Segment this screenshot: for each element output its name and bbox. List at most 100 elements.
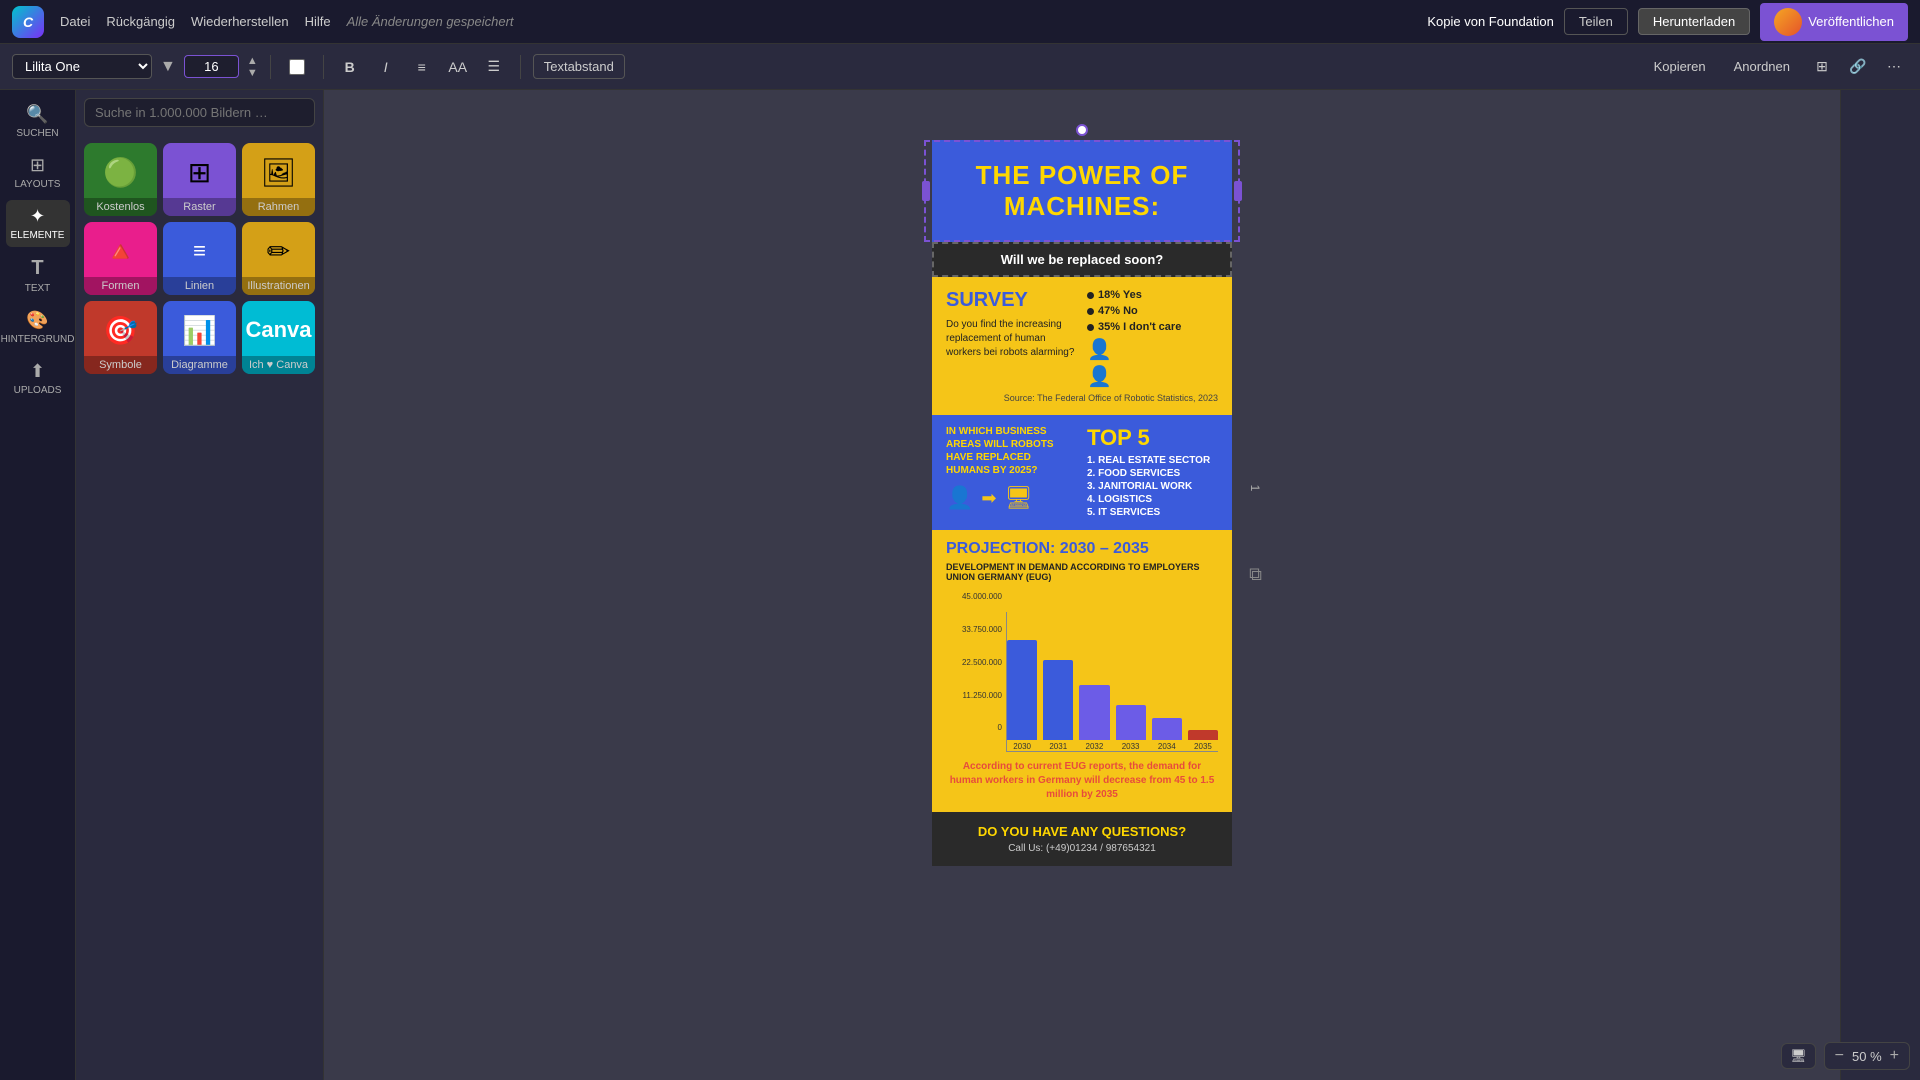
bar-2034-rect: [1152, 718, 1182, 740]
survey-dot-1: [1087, 292, 1094, 299]
search-input[interactable]: [84, 98, 315, 127]
font-size-input[interactable]: [184, 55, 239, 78]
panel-item-raster[interactable]: ⊞ Raster: [163, 143, 236, 216]
y-label-5: 0: [946, 723, 1002, 732]
subtitle-section: Will we be replaced soon?: [932, 242, 1232, 277]
zoom-out-button[interactable]: −: [1835, 1047, 1844, 1065]
bar-2034-label: 2034: [1158, 742, 1176, 751]
rahmen-label: Rahmen: [242, 198, 315, 216]
font-selector[interactable]: Lilita One: [12, 54, 152, 79]
more-icon-btn[interactable]: ⋯: [1880, 53, 1908, 81]
panel-item-rahmen[interactable]: 🖼 Rahmen: [242, 143, 315, 216]
sidebar-item-text[interactable]: T TEXT: [6, 251, 70, 300]
panel-item-formen[interactable]: 🔺 Formen: [84, 222, 157, 295]
top5-icons: 👤 ➡ 🖥: [946, 485, 1077, 511]
sidebar-label-layouts: LAYOUTS: [15, 179, 61, 190]
ich-liebe-canva-icon: Canva: [242, 305, 315, 356]
panel-item-illustrationen[interactable]: ✏ Illustrationen: [242, 222, 315, 295]
toolbar-right-actions: Kopieren Anordnen ⊞ 🔗 ⋯: [1644, 53, 1908, 81]
proj-highlight1: 45: [1174, 775, 1185, 786]
rotate-handle[interactable]: [1076, 124, 1088, 136]
canva-logo[interactable]: C: [12, 6, 44, 38]
bar-2031-label: 2031: [1049, 742, 1067, 751]
text-size-button[interactable]: AA: [444, 53, 472, 81]
panel-item-kostenlos[interactable]: 🟢 Kostenlos: [84, 143, 157, 216]
person-icon-red: 👤: [1087, 337, 1218, 362]
list-button[interactable]: ☰: [480, 53, 508, 81]
symbole-label: Symbole: [84, 356, 157, 374]
canva-logo-area[interactable]: C: [12, 6, 44, 38]
zoom-in-button[interactable]: +: [1890, 1047, 1899, 1065]
canvas-area[interactable]: THE POWER OF MACHINES: Will we be replac…: [324, 90, 1840, 1080]
zoom-level: 50 %: [1852, 1049, 1882, 1064]
herunterladen-button[interactable]: Herunterladen: [1638, 8, 1750, 35]
page-number-indicator: 1: [1248, 485, 1262, 492]
grid-icon-btn[interactable]: ⊞: [1808, 53, 1836, 81]
hintergrund-icon: 🎨: [26, 310, 48, 331]
person-top5-icon: 👤: [946, 485, 973, 511]
panel-item-symbole[interactable]: 🎯 Symbole: [84, 301, 157, 374]
sidebar-label-suchen: SUCHEN: [16, 128, 58, 139]
sidebar-label-elemente: ELEMENTE: [11, 230, 65, 241]
bar-2034: 2034: [1152, 718, 1182, 751]
projection-subtitle: DEVELOPMENT IN DEMAND ACCORDING TO EMPLO…: [946, 562, 1218, 582]
anordnen-button[interactable]: Anordnen: [1724, 55, 1800, 78]
duplicate-icon[interactable]: ⧉: [1249, 564, 1262, 585]
text-toolbar: Lilita One ▼ ▲▼ B I ≡ AA ☰ Textabstand K…: [0, 44, 1920, 90]
symbole-icon: 🎯: [84, 305, 157, 356]
panel-item-ich-liebe-canva[interactable]: Canva Ich ♥ Canva: [242, 301, 315, 374]
survey-icons: 👤 👤: [1087, 337, 1218, 389]
bar-2031: 2031: [1043, 660, 1073, 751]
color-swatch-btn[interactable]: [283, 53, 311, 81]
illustrationen-icon: ✏: [242, 226, 315, 277]
diagramme-label: Diagramme: [163, 356, 236, 374]
panel-item-linien[interactable]: ≡ Linien: [163, 222, 236, 295]
elemente-icon: ✦: [30, 206, 45, 227]
sidebar-item-uploads[interactable]: ⬆ UPLOADS: [6, 355, 70, 402]
veroffentlichen-button[interactable]: Veröffentlichen: [1760, 3, 1908, 41]
layouts-icon: ⊞: [30, 155, 45, 176]
topbar: C Datei Rückgängig Wiederherstellen Hilf…: [0, 0, 1920, 44]
saved-status: Alle Änderungen gespeichert: [347, 14, 514, 29]
sidebar-item-elemente[interactable]: ✦ ELEMENTE: [6, 200, 70, 247]
y-label-1: 45.000.000: [946, 592, 1002, 601]
bar-2033-rect: [1116, 705, 1146, 740]
project-title: Kopie von Foundation: [1427, 14, 1553, 29]
menu-hilfe[interactable]: Hilfe: [305, 14, 331, 29]
bold-button[interactable]: B: [336, 53, 364, 81]
uploads-icon: ⬆: [30, 361, 45, 382]
top5-list: 1. REAL ESTATE SECTOR 2. FOOD SERVICES 3…: [1087, 455, 1218, 518]
canvas-wrapper: THE POWER OF MACHINES: Will we be replac…: [932, 110, 1232, 866]
menu-wiederherstellen[interactable]: Wiederherstellen: [191, 14, 289, 29]
illustrationen-label: Illustrationen: [242, 277, 315, 295]
top5-section: IN WHICH BUSINESS AREAS WILL ROBOTS HAVE…: [932, 415, 1232, 530]
right-resize-handle[interactable]: [1234, 181, 1242, 201]
italic-button[interactable]: I: [372, 53, 400, 81]
font-size-stepper[interactable]: ▲▼: [247, 55, 258, 79]
textabstand-button[interactable]: Textabstand: [533, 54, 625, 79]
survey-source: Source: The Federal Office of Robotic St…: [946, 393, 1218, 403]
align-button[interactable]: ≡: [408, 53, 436, 81]
menu-datei[interactable]: Datei: [60, 14, 90, 29]
monitor-icon: 🖥: [1790, 1048, 1807, 1063]
bar-2033: 2033: [1116, 705, 1146, 751]
sidebar-item-hintergrund[interactable]: 🎨 HINTERGRUND: [6, 304, 70, 351]
sidebar-label-text: TEXT: [25, 283, 51, 294]
top5-item-2: 2. FOOD SERVICES: [1087, 468, 1218, 479]
link-icon-btn[interactable]: 🔗: [1844, 53, 1872, 81]
teilen-button[interactable]: Teilen: [1564, 8, 1628, 35]
questions-section: DO YOU HAVE ANY QUESTIONS? Call Us: (+49…: [932, 812, 1232, 866]
sidebar-item-suchen[interactable]: 🔍 SUCHEN: [6, 98, 70, 145]
bar-2035-rect: [1188, 730, 1218, 740]
bar-2031-rect: [1043, 660, 1073, 740]
sidebar-item-layouts[interactable]: ⊞ LAYOUTS: [6, 149, 70, 196]
kopieren-button[interactable]: Kopieren: [1644, 55, 1716, 78]
menu-ruckgangig[interactable]: Rückgängig: [106, 14, 175, 29]
top-menu: Datei Rückgängig Wiederherstellen Hilfe …: [60, 14, 514, 29]
bar-2035-label: 2035: [1194, 742, 1212, 751]
panel-item-diagramme[interactable]: 📊 Diagramme: [163, 301, 236, 374]
linien-icon: ≡: [163, 226, 236, 277]
canvas-page[interactable]: THE POWER OF MACHINES: Will we be replac…: [932, 140, 1232, 866]
left-resize-handle[interactable]: [922, 181, 930, 201]
font-dropdown-icon[interactable]: ▼: [160, 58, 176, 76]
